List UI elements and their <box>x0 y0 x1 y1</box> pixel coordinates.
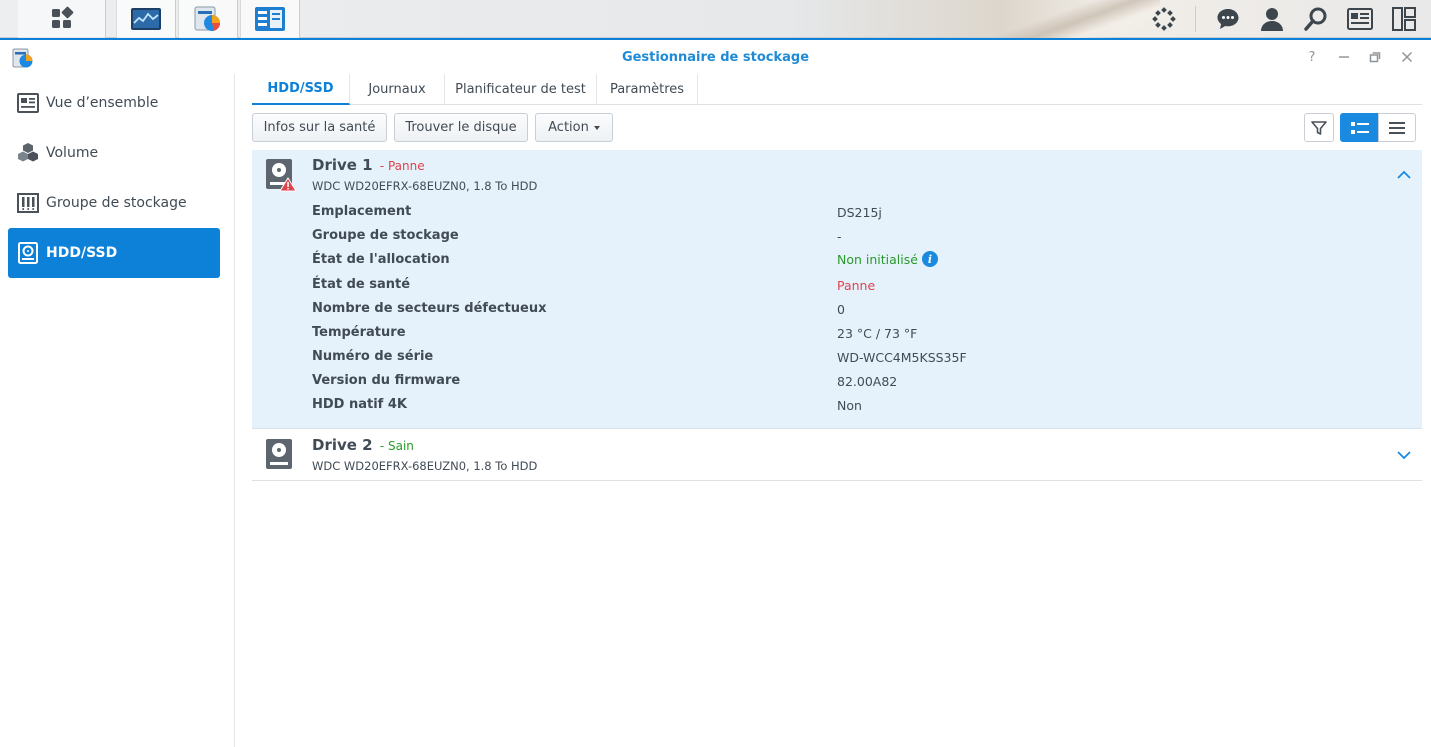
action-dropdown-button[interactable]: Action <box>535 113 613 142</box>
prop-value-allocation: Non initialisé i <box>837 251 938 267</box>
action-label: Action <box>548 120 589 135</box>
prop-value: - <box>837 229 842 244</box>
prop-label: Température <box>312 325 406 340</box>
drive-name-text: Drive 1 <box>312 156 373 174</box>
detail-list-icon <box>1350 121 1369 134</box>
tab-settings[interactable]: Paramètres <box>597 74 698 105</box>
prop-label: État de l'allocation <box>312 252 450 267</box>
sidebar-item-label: HDD/SSD <box>46 245 118 261</box>
health-info-label: Infos sur la santé <box>263 120 376 135</box>
desktop-layout-button[interactable] <box>1384 0 1424 38</box>
drive-name: Drive 2 - Sain <box>312 436 414 454</box>
chevron-down-icon[interactable] <box>1396 447 1412 463</box>
drive-row[interactable]: Drive 2 - Sain WDC WD20EFRX-68EUZN0, 1.8… <box>252 430 1422 481</box>
widgets-button[interactable] <box>1144 0 1184 38</box>
prop-value: 23 °C / 73 °F <box>837 326 918 341</box>
prop-value: 82.00A82 <box>837 374 898 389</box>
hdd-icon <box>17 242 39 264</box>
hdd-icon <box>266 439 292 469</box>
taskbar-control-panel[interactable] <box>240 0 300 38</box>
hdd-warning-icon <box>266 159 297 192</box>
help-icon: ? <box>1308 49 1316 65</box>
chat-button[interactable] <box>1208 0 1248 38</box>
taskbar <box>0 0 1431 38</box>
prop-value: WD-WCC4M5KSS35F <box>837 350 967 365</box>
storage-pool-icon <box>17 192 39 214</box>
notifications-button[interactable] <box>1340 0 1380 38</box>
user-button[interactable] <box>1252 0 1292 38</box>
tab-logs[interactable]: Journaux <box>350 74 445 105</box>
list-icon <box>1389 121 1405 134</box>
restore-icon <box>1369 52 1381 63</box>
wallpaper-decoration <box>980 0 1160 38</box>
sidebar-item-overview[interactable]: Vue d’ensemble <box>8 78 220 128</box>
drive-model: WDC WD20EFRX-68EUZN0, 1.8 To HDD <box>312 179 538 193</box>
taskbar-storage-manager[interactable] <box>178 0 238 38</box>
taskbar-separator <box>1195 6 1196 32</box>
window-titlebar[interactable]: Gestionnaire de stockage ? <box>0 38 1431 74</box>
prop-value: Non <box>837 398 862 413</box>
minimize-button[interactable] <box>1335 48 1353 66</box>
minimize-icon <box>1339 56 1349 58</box>
filter-button[interactable] <box>1304 113 1334 142</box>
control-panel-icon <box>255 7 285 31</box>
find-disk-label: Trouver le disque <box>405 120 517 135</box>
info-icon[interactable]: i <box>921 251 938 267</box>
notifications-icon <box>1347 8 1373 30</box>
prop-label: Numéro de série <box>312 349 434 364</box>
user-icon <box>1261 8 1283 31</box>
find-disk-button[interactable]: Trouver le disque <box>394 113 528 142</box>
drive-status: - Panne <box>379 159 425 173</box>
drive-model: WDC WD20EFRX-68EUZN0, 1.8 To HDD <box>312 459 538 473</box>
sidebar-item-label: Vue d’ensemble <box>46 95 159 111</box>
prop-label: État de santé <box>312 277 411 292</box>
volume-icon <box>17 142 39 164</box>
close-button[interactable] <box>1398 48 1416 66</box>
drive-row-expanded[interactable]: Drive 1 - Panne WDC WD20EFRX-68EUZN0, 1.… <box>252 150 1422 429</box>
compact-view-button[interactable] <box>1378 113 1416 142</box>
tab-test-scheduler[interactable]: Planificateur de test <box>445 74 597 105</box>
drive-status: - Sain <box>379 439 414 453</box>
sidebar-item-label: Volume <box>46 145 99 161</box>
overview-icon <box>17 92 39 114</box>
detail-view-button[interactable] <box>1340 113 1379 142</box>
prop-label: Emplacement <box>312 204 412 219</box>
sidebar-item-label: Groupe de stockage <box>46 195 187 211</box>
chevron-up-icon[interactable] <box>1396 167 1412 183</box>
desktop-layout-icon <box>1392 7 1416 31</box>
prop-label: Version du firmware <box>312 373 461 388</box>
storage-manager-icon <box>194 6 220 31</box>
close-icon <box>1401 51 1413 63</box>
prop-value: DS215j <box>837 205 882 220</box>
chat-icon <box>1217 9 1239 29</box>
filter-icon <box>1311 120 1327 135</box>
sidebar-item-volume[interactable]: Volume <box>8 128 220 178</box>
help-button[interactable]: ? <box>1303 48 1321 66</box>
drive-name: Drive 1 - Panne <box>312 156 425 174</box>
search-icon <box>1304 7 1327 31</box>
main-menu-button[interactable] <box>18 0 106 38</box>
prop-value-health: Panne <box>837 278 876 293</box>
sidebar: Vue d’ensemble Volume Groupe de stockage <box>0 74 235 747</box>
prop-label: HDD natif 4K <box>312 397 407 412</box>
synology-widgets-icon <box>1152 7 1176 31</box>
allocation-status-text: Non initialisé <box>837 251 918 267</box>
window-title: Gestionnaire de stockage <box>621 50 810 65</box>
search-button[interactable] <box>1296 0 1336 38</box>
sidebar-item-hdd-ssd[interactable]: HDD/SSD <box>8 228 220 278</box>
restore-button[interactable] <box>1366 48 1384 66</box>
resource-monitor-icon <box>131 8 161 30</box>
prop-label: Groupe de stockage <box>312 228 459 243</box>
tab-hdd-ssd[interactable]: HDD/SSD <box>252 74 350 105</box>
main-menu-icon <box>51 6 73 28</box>
drive-name-text: Drive 2 <box>312 436 373 454</box>
taskbar-resource-monitor[interactable] <box>116 0 176 38</box>
prop-label: Nombre de secteurs défectueux <box>312 301 547 316</box>
health-info-button[interactable]: Infos sur la santé <box>252 113 387 142</box>
prop-value: 0 <box>837 302 845 317</box>
sidebar-item-storage-pool[interactable]: Groupe de stockage <box>8 178 220 228</box>
caret-down-icon <box>593 125 600 130</box>
tab-bar: HDD/SSD Journaux Planificateur de test P… <box>252 74 1422 105</box>
